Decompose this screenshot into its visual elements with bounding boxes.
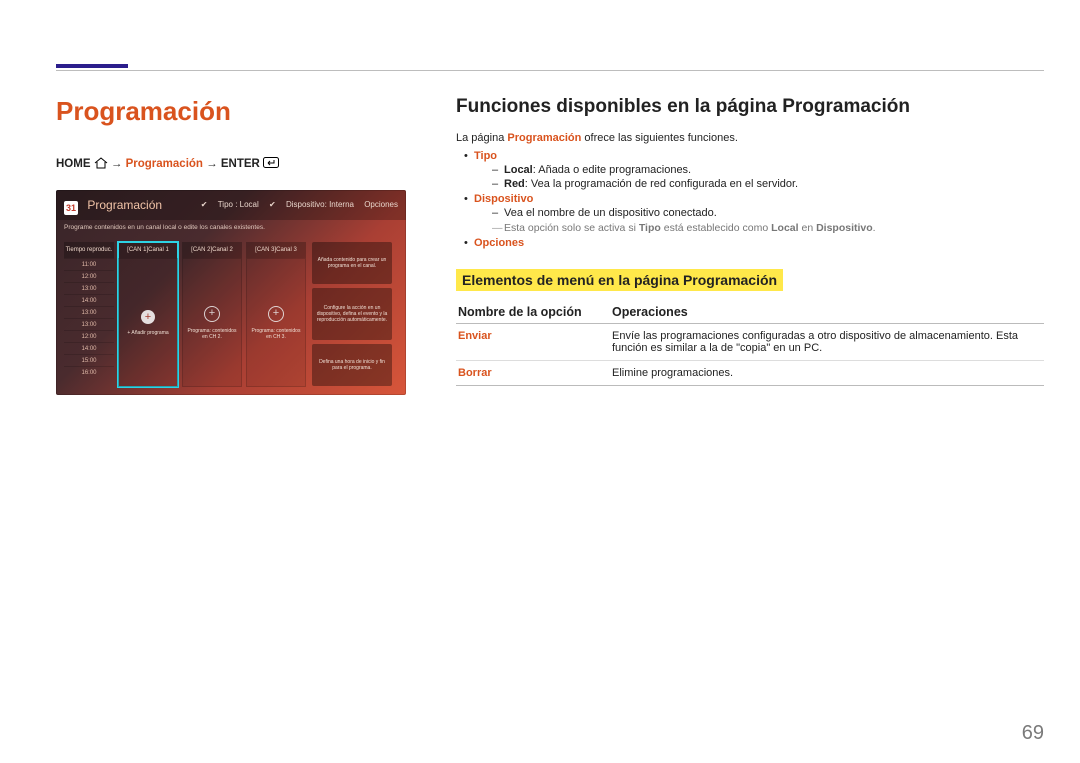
feature-sub: Local: Añada o edite programaciones. (474, 164, 1044, 176)
channel-caption: + Añadir programa (125, 330, 170, 336)
channel-body: + Programa: contenidos en CH 3. (246, 258, 306, 387)
breadcrumb-home: HOME (56, 158, 91, 170)
channel-header: [CAN 3]Canal 3 (246, 242, 306, 258)
channel-body: + Programa: contenidos en CH 2. (182, 258, 242, 387)
time-row: 16:00 (64, 366, 114, 378)
plus-icon: + (204, 306, 220, 322)
channel-column: [CAN 3]Canal 3 + Programa: contenidos en C… (246, 242, 306, 387)
channel-caption: Programa: contenidos en CH 3. (247, 328, 305, 340)
page-number: 69 (1022, 722, 1044, 745)
option-desc: Envíe las programaciones configuradas a … (610, 324, 1044, 361)
th-option-name: Nombre de la opción (456, 301, 610, 324)
thumb-header: 31 Programación ✔ Tipo : Local ✔ Disposi… (56, 190, 406, 220)
arrow-icon: → (111, 158, 126, 170)
section-title: Programación (56, 96, 426, 127)
option-name: Borrar (456, 361, 610, 386)
intro-text: La página Programación ofrece las siguie… (456, 132, 1044, 144)
table-row: Borrar Elimine programaciones. (456, 361, 1044, 386)
option-name: Enviar (456, 324, 610, 361)
feature-item: Dispositivo Vea el nombre de un disposit… (456, 193, 1044, 234)
time-row: 13:00 (64, 306, 114, 318)
table-row: Enviar Envíe las programaciones configur… (456, 324, 1044, 361)
feature-sub: Red: Vea la programación de red configur… (474, 178, 1044, 190)
th-operations: Operaciones (610, 301, 1044, 324)
time-row: 14:00 (64, 342, 114, 354)
breadcrumb-mid: Programación (126, 158, 203, 170)
time-row: 13:00 (64, 318, 114, 330)
feature-item: Tipo Local: Añada o edite programaciones… (456, 150, 1044, 190)
subsection2-heading: Elementos de menú en la página Programac… (456, 269, 783, 291)
enter-icon (263, 157, 279, 172)
thumb-tipo: ✔ Tipo : Local (201, 200, 259, 209)
breadcrumb-enter: ENTER (221, 158, 260, 170)
subsection-heading: Funciones disponibles en la página Progr… (456, 96, 1044, 118)
channel-header: [CAN 1]Canal 1 (118, 242, 178, 258)
side-hint: Añada contenido para crear un programa e… (312, 242, 392, 284)
page-accent-bar (56, 64, 128, 68)
screenshot-thumbnail: 31 Programación ✔ Tipo : Local ✔ Disposi… (56, 190, 406, 395)
feature-item: Opciones (456, 237, 1044, 249)
time-row: 14:00 (64, 294, 114, 306)
time-row: 12:00 (64, 330, 114, 342)
home-icon (94, 157, 108, 172)
channel-body: + + Añadir programa (118, 258, 178, 387)
thumb-disp: ✔ Dispositivo: Interna (269, 200, 354, 209)
plus-icon: + (268, 306, 284, 322)
thumb-grid: Tiempo reproduc. 11:0012:0013:0014:0013:… (64, 242, 398, 387)
plus-icon: + (141, 310, 155, 324)
thumb-top-right: ✔ Tipo : Local ✔ Dispositivo: Interna Op… (193, 190, 398, 220)
top-divider (56, 70, 1044, 71)
side-hint: Defina una hora de inicio y fin para el … (312, 344, 392, 386)
channel-header: [CAN 2]Canal 2 (182, 242, 242, 258)
arrow-icon: → (206, 158, 221, 170)
options-table: Nombre de la opción Operaciones Enviar E… (456, 301, 1044, 386)
thumb-opciones: Opciones (364, 200, 398, 209)
thumb-side-col: Añada contenido para crear un programa e… (312, 242, 392, 387)
time-header: Tiempo reproduc. (64, 242, 114, 258)
time-row: 15:00 (64, 354, 114, 366)
feature-list: Tipo Local: Añada o edite programaciones… (456, 150, 1044, 249)
main-content: Programación HOME → Programación → ENTER… (56, 96, 1044, 763)
left-column: Programación HOME → Programación → ENTER… (56, 96, 426, 395)
option-desc: Elimine programaciones. (610, 361, 1044, 386)
time-row: 13:00 (64, 282, 114, 294)
feature-note: Esta opción solo se activa si Tipo está … (474, 222, 1044, 234)
time-row: 11:00 (64, 258, 114, 270)
time-row: 12:00 (64, 270, 114, 282)
time-column: Tiempo reproduc. 11:0012:0013:0014:0013:… (64, 242, 114, 387)
channel-caption: Programa: contenidos en CH 2. (183, 328, 241, 340)
channel-column: [CAN 1]Canal 1 + + Añadir programa (118, 242, 178, 387)
thumb-subtitle: Programe contenidos en un canal local o … (64, 224, 265, 231)
feature-sub: Vea el nombre de un dispositivo conectad… (474, 207, 1044, 219)
right-column: Funciones disponibles en la página Progr… (456, 96, 1044, 386)
side-hint: Configure la acción en un dispositivo, d… (312, 288, 392, 340)
breadcrumb: HOME → Programación → ENTER (56, 157, 426, 172)
channel-column: [CAN 2]Canal 2 + Programa: contenidos en C… (182, 242, 242, 387)
calendar-icon: 31 (64, 201, 78, 215)
thumb-title: Programación (87, 198, 162, 212)
